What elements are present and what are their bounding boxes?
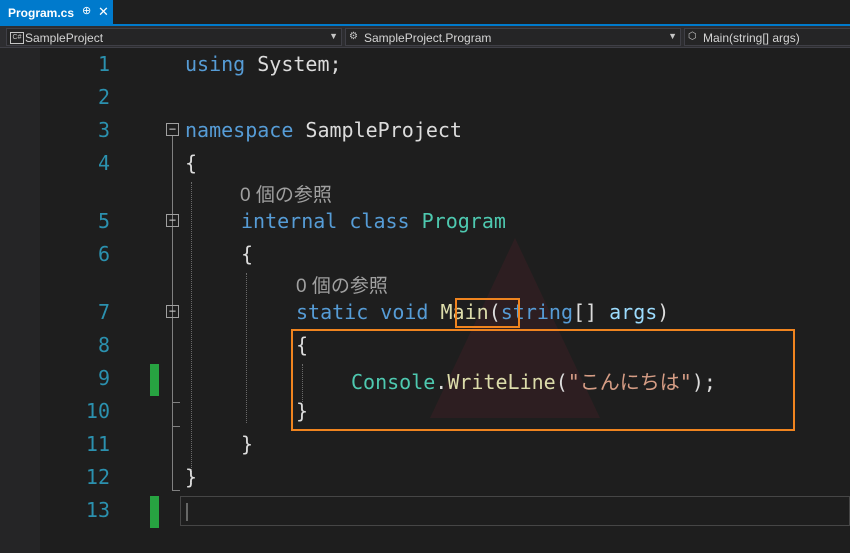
line-number: 4 <box>97 151 110 175</box>
code-editor[interactable]: 1 2 3 4 5 6 7 8 9 10 11 12 13 − − − usin… <box>0 48 850 553</box>
member-dropdown[interactable]: ⬡ Main(string[] args) <box>684 28 850 46</box>
project-dropdown[interactable]: C# SampleProject ▼ <box>6 28 342 46</box>
outline-end-namespace <box>172 490 180 491</box>
brace: } <box>241 432 254 456</box>
tab-program-cs[interactable]: Program.cs ⊕ ✕ <box>0 0 113 24</box>
line-number: 9 <box>97 366 110 390</box>
brace: { <box>241 242 254 266</box>
chevron-down-icon: ▼ <box>329 31 338 41</box>
method-cube-icon: ⬡ <box>688 31 697 42</box>
collapse-namespace-toggle[interactable]: − <box>166 123 179 136</box>
chevron-down-icon: ▼ <box>668 31 677 41</box>
outline-line-method <box>172 318 173 402</box>
indent-guide <box>191 182 192 484</box>
line-number: 5 <box>97 209 110 233</box>
namespace-name: SampleProject <box>305 118 462 142</box>
line-number: 11 <box>85 432 110 456</box>
keyword: internal <box>241 209 338 233</box>
highlight-box-method-body <box>291 329 795 431</box>
code-line-3: namespace SampleProject <box>185 118 462 142</box>
collapse-class-toggle[interactable]: − <box>166 214 179 227</box>
line-number: 10 <box>85 399 110 423</box>
close-icon[interactable]: ✕ <box>98 4 109 20</box>
paren: ) <box>657 300 670 324</box>
brace: { <box>185 151 198 175</box>
text-caret <box>186 503 188 521</box>
parameter-name: args <box>609 300 658 324</box>
indent-guide <box>246 273 247 423</box>
line-number: 1 <box>97 52 110 76</box>
code-line-11: } <box>241 432 253 456</box>
type-dropdown[interactable]: ⚙ SampleProject.Program ▼ <box>345 28 681 46</box>
project-dropdown-label: SampleProject <box>25 31 104 45</box>
code-line-1: using System; <box>185 52 342 76</box>
keyword: using <box>185 52 246 76</box>
outline-end-class <box>172 426 180 427</box>
line-number: 12 <box>85 465 110 489</box>
type-dropdown-label: SampleProject.Program <box>364 31 492 45</box>
array-brackets: [] <box>572 300 598 324</box>
change-indicator <box>150 496 159 528</box>
codelens-references[interactable]: 0 個の参照 <box>296 271 388 298</box>
keyword: void <box>380 300 429 324</box>
csharp-project-icon: C# <box>10 32 24 44</box>
document-tab-bar: Program.cs ⊕ ✕ <box>0 0 850 26</box>
line-number: 13 <box>85 498 110 522</box>
codelens-references[interactable]: 0 個の参照 <box>240 180 332 207</box>
line-number: 3 <box>97 118 110 142</box>
code-line-4: { <box>185 151 197 175</box>
current-line-highlight <box>180 496 850 526</box>
namespace-ref: System; <box>257 52 342 76</box>
brace: } <box>185 465 198 489</box>
line-number: 7 <box>97 300 110 324</box>
member-dropdown-label: Main(string[] args) <box>703 31 800 45</box>
navigation-bar: C# SampleProject ▼ ⚙ SampleProject.Progr… <box>0 26 850 48</box>
class-name: Program <box>421 209 506 233</box>
code-line-12: } <box>185 465 197 489</box>
code-line-5: internal class Program <box>241 209 506 233</box>
change-indicator <box>150 364 159 396</box>
keyword: class <box>349 209 410 233</box>
tab-label: Program.cs <box>8 6 75 20</box>
keyword: namespace <box>185 118 294 142</box>
line-number: 8 <box>97 333 110 357</box>
code-line-6: { <box>241 242 253 266</box>
keyword: static <box>296 300 369 324</box>
line-number: 6 <box>97 242 110 266</box>
highlight-box-main <box>455 298 520 328</box>
pin-icon[interactable]: ⊕ <box>82 4 91 17</box>
outline-end-method <box>172 402 180 403</box>
indicator-margin <box>0 48 40 553</box>
class-icon: ⚙ <box>349 31 358 42</box>
line-number: 2 <box>97 85 110 109</box>
collapse-method-toggle[interactable]: − <box>166 305 179 318</box>
